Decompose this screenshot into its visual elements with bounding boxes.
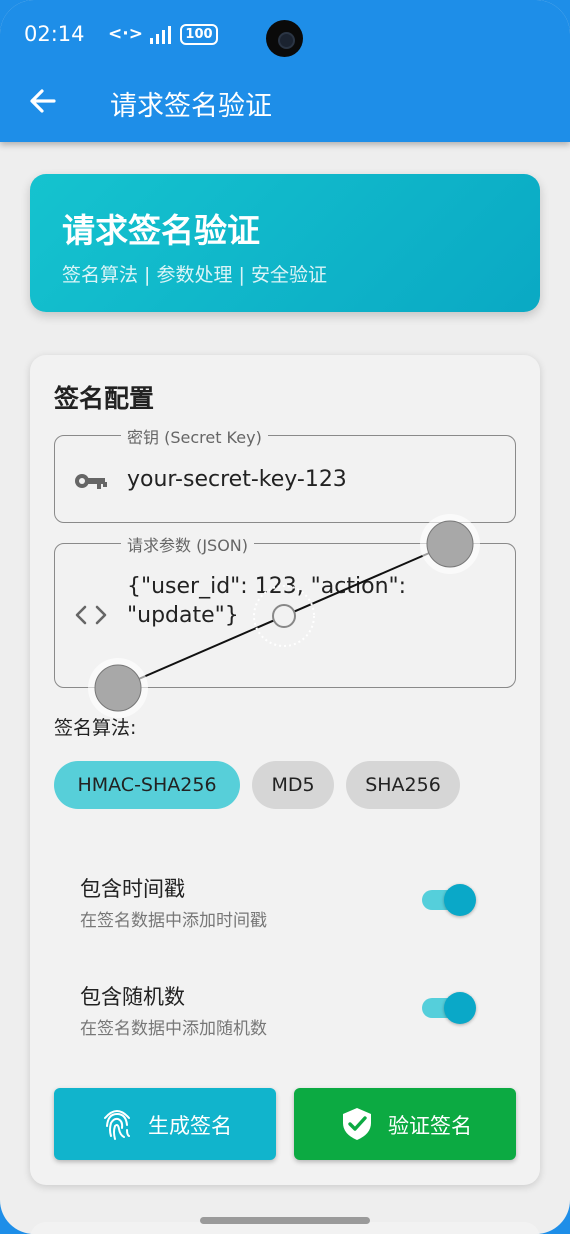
params-field[interactable]: 请求参数 (JSON) {"user_id": 123, "action": "…	[54, 532, 516, 688]
secret-key-field[interactable]: 密钥 (Secret Key) your-secret-key-123	[54, 424, 516, 523]
shield-check-icon	[343, 1108, 371, 1140]
algorithm-label: 签名算法:	[54, 717, 137, 739]
params-input[interactable]: {"user_id": 123, "action": "update"}	[127, 572, 497, 630]
screen: 02:14 <·> 100 请求签名验证 请求签名验证 签名算法 | 参数处理 …	[0, 0, 570, 1234]
secret-key-input[interactable]: your-secret-key-123	[127, 465, 497, 494]
generate-signature-button[interactable]: 生成签名	[54, 1088, 276, 1160]
app-bar-title: 请求签名验证	[110, 91, 272, 122]
timestamp-toggle[interactable]	[422, 884, 476, 916]
header-subtitle: 签名算法 | 参数处理 | 安全验证	[62, 264, 327, 286]
config-card: 签名配置 密钥 (Secret Key) your-secret-key-123…	[30, 355, 540, 1185]
header-title: 请求签名验证	[62, 211, 260, 250]
code-icon	[75, 605, 107, 625]
nonce-option-desc: 在签名数据中添加随机数	[80, 1019, 267, 1039]
verify-signature-button[interactable]: 验证签名	[294, 1088, 516, 1160]
config-title: 签名配置	[54, 384, 155, 413]
fingerprint-icon	[104, 1110, 130, 1140]
signal-icon	[150, 26, 171, 44]
chip-sha256[interactable]: SHA256	[346, 761, 460, 809]
arrow-back-icon[interactable]	[26, 84, 60, 118]
toggle-knob	[444, 884, 476, 916]
nonce-toggle[interactable]	[422, 992, 476, 1024]
chip-hmac-sha256[interactable]: HMAC-SHA256	[54, 761, 240, 809]
timestamp-option-desc: 在签名数据中添加时间戳	[80, 911, 267, 931]
top-bar: 02:14 <·> 100 请求签名验证	[0, 0, 570, 142]
params-label: 请求参数 (JSON)	[121, 532, 255, 556]
status-time: 02:14	[24, 22, 85, 46]
verify-signature-label: 验证签名	[388, 1114, 472, 1138]
key-icon	[75, 474, 107, 489]
secret-key-label: 密钥 (Secret Key)	[121, 424, 268, 448]
toggle-knob	[444, 992, 476, 1024]
status-bar: 02:14 <·> 100	[0, 0, 570, 70]
nonce-option-title: 包含随机数	[80, 985, 185, 1009]
network-icon: <·>	[108, 24, 143, 44]
camera-cutout	[266, 20, 303, 57]
home-indicator[interactable]	[200, 1217, 370, 1224]
generate-signature-label: 生成签名	[148, 1114, 232, 1138]
battery-icon: 100	[180, 24, 218, 45]
timestamp-option-title: 包含时间戳	[80, 877, 185, 901]
chip-md5[interactable]: MD5	[252, 761, 334, 809]
header-card: 请求签名验证 签名算法 | 参数处理 | 安全验证	[30, 174, 540, 312]
